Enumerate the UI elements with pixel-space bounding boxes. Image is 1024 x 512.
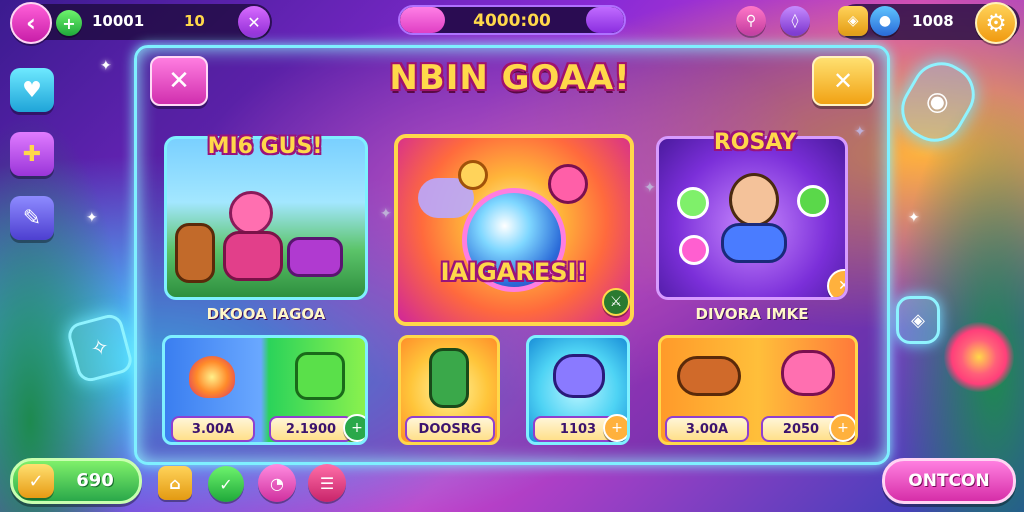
back-button[interactable]: ‹ (10, 2, 52, 44)
feature-card-right[interactable]: ✕ (656, 136, 848, 300)
chevron-left-icon: ‹ (26, 9, 36, 37)
card-right-caption: DIVORA IMKE (695, 305, 809, 323)
menu-icon: ☰ (319, 473, 335, 493)
item-price: 2.1900 (269, 416, 353, 442)
item-price: DOOSRG (405, 416, 495, 442)
chat-icon: ◔ (270, 473, 284, 493)
item-price: 3.00A (171, 416, 255, 442)
side-button-add[interactable]: ✚ (10, 132, 54, 176)
character-body (223, 231, 283, 281)
feature-card-left[interactable] (164, 136, 368, 300)
card-left-caption: DKOOA IAGOA (206, 305, 326, 323)
panel-title: NBIN GOAA! (389, 58, 631, 98)
boy-body-illustration (721, 223, 787, 263)
crossed-tools-button[interactable]: ✕ (238, 6, 270, 38)
character-illustration (229, 191, 273, 235)
crossed-tools-icon: ✕ (247, 12, 261, 32)
close-icon: ✕ (168, 66, 190, 96)
plus-circle-icon: + (829, 414, 855, 442)
floating-crystal-icon: ◈ (896, 296, 940, 344)
shield-prop-illustration (175, 223, 215, 283)
menu-button[interactable]: ☰ (308, 464, 346, 502)
card-left-title: MI6 GUS! (207, 134, 323, 159)
lock-badge-button[interactable]: ⚲ (736, 6, 766, 36)
sparkle-icon: ✦ (908, 210, 920, 226)
pencil-icon: ✎ (22, 205, 42, 231)
stat-primary: 10001 (92, 12, 145, 30)
slime-block-item-icon (295, 352, 345, 400)
card-right-title: ROSAY (713, 130, 797, 155)
creature-item-icon (553, 354, 605, 398)
beast-item-icon (677, 356, 741, 396)
card-center-title: IAIGARESI! (440, 258, 588, 286)
shop-button[interactable]: ⌂ (158, 466, 192, 500)
sparkle-icon: ✦ (100, 58, 112, 74)
chat-button[interactable]: ◔ (258, 464, 296, 502)
lock-icon: ⚲ (745, 13, 757, 29)
gift-icon: ✓ (219, 474, 233, 494)
plus-icon: ✚ (22, 141, 42, 167)
sword-badge-icon: ⚔ (602, 288, 630, 316)
confirm-button[interactable]: ✕ (812, 56, 874, 106)
close-button[interactable]: ✕ (150, 56, 208, 106)
cat-creature-illustration (548, 164, 588, 204)
ribbon-badge-icon: ✕ (827, 269, 845, 297)
heart-check-icon: ♥ (22, 77, 42, 103)
plus-circle-icon: + (603, 414, 627, 442)
timer-progress-bar: 4000:00 (398, 5, 626, 35)
stat-secondary: 10 (184, 12, 205, 30)
owl-avatar-icon: ● (870, 6, 900, 36)
hero-item-icon (429, 348, 469, 408)
gear-icon: ⚙ (985, 9, 1007, 37)
coin-count: 690 (76, 470, 114, 491)
item-price: 3.00A (665, 416, 749, 442)
heart-item-icon (189, 356, 235, 398)
continue-button[interactable]: ONTCON (882, 458, 1016, 504)
shield-icon: ◈ (838, 6, 868, 36)
flower-icon (944, 322, 1014, 392)
item-card-creature[interactable]: 1103 + (526, 335, 630, 445)
close-icon: ✕ (832, 67, 854, 95)
timer-text: 4000:00 (473, 11, 551, 31)
feature-card-center[interactable]: ⚔ (394, 134, 634, 326)
gem-icon (677, 187, 709, 219)
item-card-pets[interactable]: 3.00A 2050 + (658, 335, 858, 445)
shield-outline-icon: ◊ (791, 13, 799, 29)
bird-item-icon (781, 350, 835, 396)
shop-icon: ⌂ (169, 473, 181, 493)
stat-right: 1008 (912, 12, 954, 30)
item-card-heart-block[interactable]: 3.00A 2.1900 + (162, 335, 368, 445)
gem-icon (679, 235, 709, 265)
jungle-foliage-left (0, 60, 150, 512)
side-button-heart[interactable]: ♥ (10, 68, 54, 112)
plus-circle-icon: + (343, 414, 365, 442)
shield-badge-button[interactable]: ◊ (780, 6, 810, 36)
coin-bag-icon: ✓ (18, 464, 54, 498)
plus-gem-icon[interactable]: + (56, 10, 82, 36)
bird-creature-illustration (458, 160, 488, 190)
gem-icon (797, 185, 829, 217)
sparkle-icon: ✦ (86, 210, 98, 226)
gift-button[interactable]: ✓ (208, 466, 244, 502)
side-button-edit[interactable]: ✎ (10, 196, 54, 240)
bag-illustration (287, 237, 343, 277)
item-card-hero[interactable]: DOOSRG (398, 335, 500, 445)
settings-button[interactable]: ⚙ (975, 2, 1017, 44)
boy-character-illustration (729, 173, 779, 227)
